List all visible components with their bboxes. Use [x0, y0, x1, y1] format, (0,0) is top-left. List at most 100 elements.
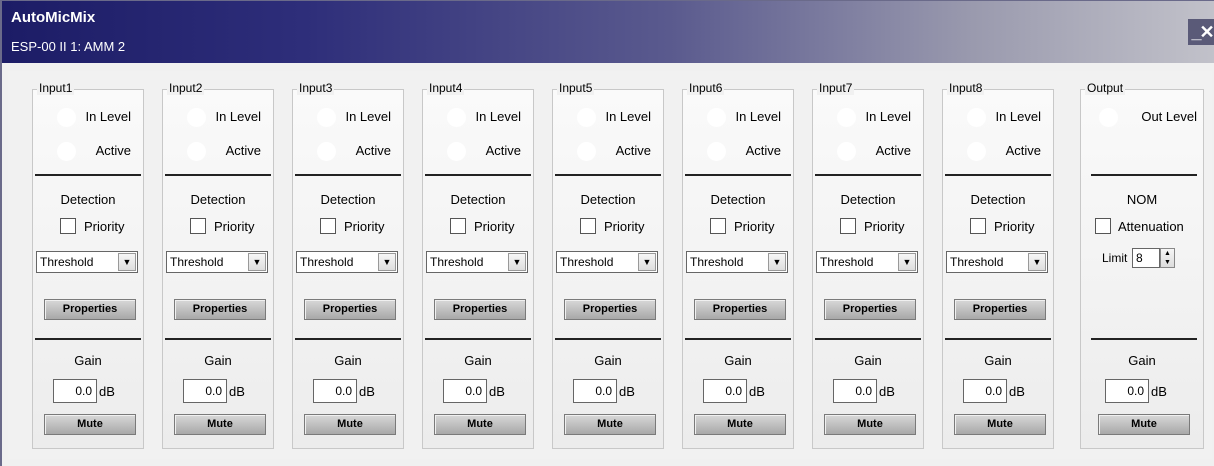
active-label: Active [95, 143, 131, 158]
priority-row: Priority [943, 218, 1053, 238]
gain-input[interactable]: 0.0 [443, 379, 487, 403]
gain-label: Gain [594, 353, 622, 368]
dropdown-arrow-icon[interactable]: ▼ [248, 253, 266, 271]
dropdown-arrow-icon[interactable]: ▼ [638, 253, 656, 271]
output-gain-input[interactable]: 0.0 [1105, 379, 1149, 403]
properties-button[interactable]: Properties [954, 299, 1046, 320]
strip-divider-1 [165, 174, 271, 176]
detection-mode-select[interactable]: Threshold ▼ [36, 251, 138, 273]
minimize-close-icon[interactable]: _✕ [1188, 19, 1214, 45]
properties-button[interactable]: Properties [434, 299, 526, 320]
active-label: Active [615, 143, 651, 158]
properties-button[interactable]: Properties [304, 299, 396, 320]
attenuation-checkbox[interactable] [1095, 218, 1111, 234]
detection-mode-select[interactable]: Threshold ▼ [816, 251, 918, 273]
detection-label: Detection [450, 192, 506, 207]
window-subtitle: ESP-00 II 1: AMM 2 [11, 39, 126, 54]
priority-row: Priority [813, 218, 923, 238]
attenuation-label: Attenuation [1118, 219, 1184, 234]
attenuation-row: Attenuation [1081, 218, 1203, 238]
output-mute-button[interactable]: Mute [1098, 414, 1190, 435]
detection-mode-select[interactable]: Threshold ▼ [426, 251, 528, 273]
gain-input[interactable]: 0.0 [833, 379, 877, 403]
mute-button[interactable]: Mute [954, 414, 1046, 435]
priority-label: Priority [474, 219, 515, 234]
gain-unit: dB [1009, 384, 1025, 399]
mute-button[interactable]: Mute [824, 414, 916, 435]
properties-button[interactable]: Properties [44, 299, 136, 320]
gain-input[interactable]: 0.0 [703, 379, 747, 403]
mute-button[interactable]: Mute [694, 414, 786, 435]
input-group-1: Input1 In Level Active Detection Priority Thr… [32, 81, 144, 449]
dropdown-arrow-icon[interactable]: ▼ [508, 253, 526, 271]
properties-button[interactable]: Properties [174, 299, 266, 320]
in-level-led-icon [187, 108, 206, 127]
priority-checkbox[interactable] [320, 218, 336, 234]
gain-input[interactable]: 0.0 [963, 379, 1007, 403]
detection-mode-select[interactable]: Threshold ▼ [946, 251, 1048, 273]
priority-checkbox[interactable] [450, 218, 466, 234]
priority-label: Priority [734, 219, 775, 234]
out-level-row: Out Level [1081, 107, 1203, 129]
priority-checkbox[interactable] [60, 218, 76, 234]
priority-label: Priority [84, 219, 125, 234]
output-divider-1 [1091, 174, 1197, 176]
strip-divider-2 [165, 338, 271, 340]
mute-button[interactable]: Mute [174, 414, 266, 435]
detection-mode-select[interactable]: Threshold ▼ [296, 251, 398, 273]
limit-spinner[interactable]: ▲ ▼ [1160, 248, 1175, 268]
gain-row: 0.0 dB [813, 379, 923, 403]
in-level-led-icon [57, 108, 76, 127]
detection-mode-select[interactable]: Threshold ▼ [166, 251, 268, 273]
detection-label: Detection [840, 192, 896, 207]
dropdown-arrow-icon[interactable]: ▼ [898, 253, 916, 271]
detection-mode-select[interactable]: Threshold ▼ [686, 251, 788, 273]
priority-checkbox[interactable] [580, 218, 596, 234]
strip-divider-1 [295, 174, 401, 176]
gain-input[interactable]: 0.0 [313, 379, 357, 403]
gain-row: 0.0 dB [943, 379, 1053, 403]
priority-checkbox[interactable] [970, 218, 986, 234]
dropdown-arrow-icon[interactable]: ▼ [378, 253, 396, 271]
strip-divider-2 [35, 338, 141, 340]
detection-mode-value: Threshold [170, 255, 224, 269]
limit-label: Limit [1102, 251, 1128, 265]
detection-mode-select[interactable]: Threshold ▼ [556, 251, 658, 273]
mute-button[interactable]: Mute [434, 414, 526, 435]
gain-input[interactable]: 0.0 [573, 379, 617, 403]
in-level-led-icon [967, 108, 986, 127]
detection-label: Detection [60, 192, 116, 207]
active-led-icon [967, 142, 986, 161]
mute-button[interactable]: Mute [564, 414, 656, 435]
gain-unit: dB [879, 384, 895, 399]
mute-button[interactable]: Mute [44, 414, 136, 435]
properties-button[interactable]: Properties [564, 299, 656, 320]
output-gain-label: Gain [1128, 353, 1156, 368]
active-row: Active [553, 141, 663, 163]
properties-button[interactable]: Properties [694, 299, 786, 320]
priority-checkbox[interactable] [710, 218, 726, 234]
priority-checkbox[interactable] [840, 218, 856, 234]
dropdown-arrow-icon[interactable]: ▼ [118, 253, 136, 271]
spin-down-icon[interactable]: ▼ [1161, 258, 1174, 267]
dropdown-arrow-icon[interactable]: ▼ [1028, 253, 1046, 271]
title-bar[interactable]: AutoMicMix ESP-00 II 1: AMM 2 _✕ [2, 1, 1214, 63]
gain-unit: dB [359, 384, 375, 399]
gain-label: Gain [724, 353, 752, 368]
input-group-6: Input6 In Level Active Detection Priority Thr… [682, 81, 794, 449]
properties-button[interactable]: Properties [824, 299, 916, 320]
dropdown-arrow-icon[interactable]: ▼ [768, 253, 786, 271]
gain-input[interactable]: 0.0 [183, 379, 227, 403]
in-level-led-icon [837, 108, 856, 127]
strip-divider-2 [685, 338, 791, 340]
input-group-8: Input8 In Level Active Detection Priority Thr… [942, 81, 1054, 449]
limit-input[interactable]: 8 [1132, 248, 1160, 268]
priority-checkbox[interactable] [190, 218, 206, 234]
active-label: Active [225, 143, 261, 158]
gain-input[interactable]: 0.0 [53, 379, 97, 403]
input-label: Input3 [297, 81, 335, 95]
mute-button[interactable]: Mute [304, 414, 396, 435]
active-led-icon [447, 142, 466, 161]
spin-up-icon[interactable]: ▲ [1161, 249, 1174, 258]
gain-label: Gain [204, 353, 232, 368]
